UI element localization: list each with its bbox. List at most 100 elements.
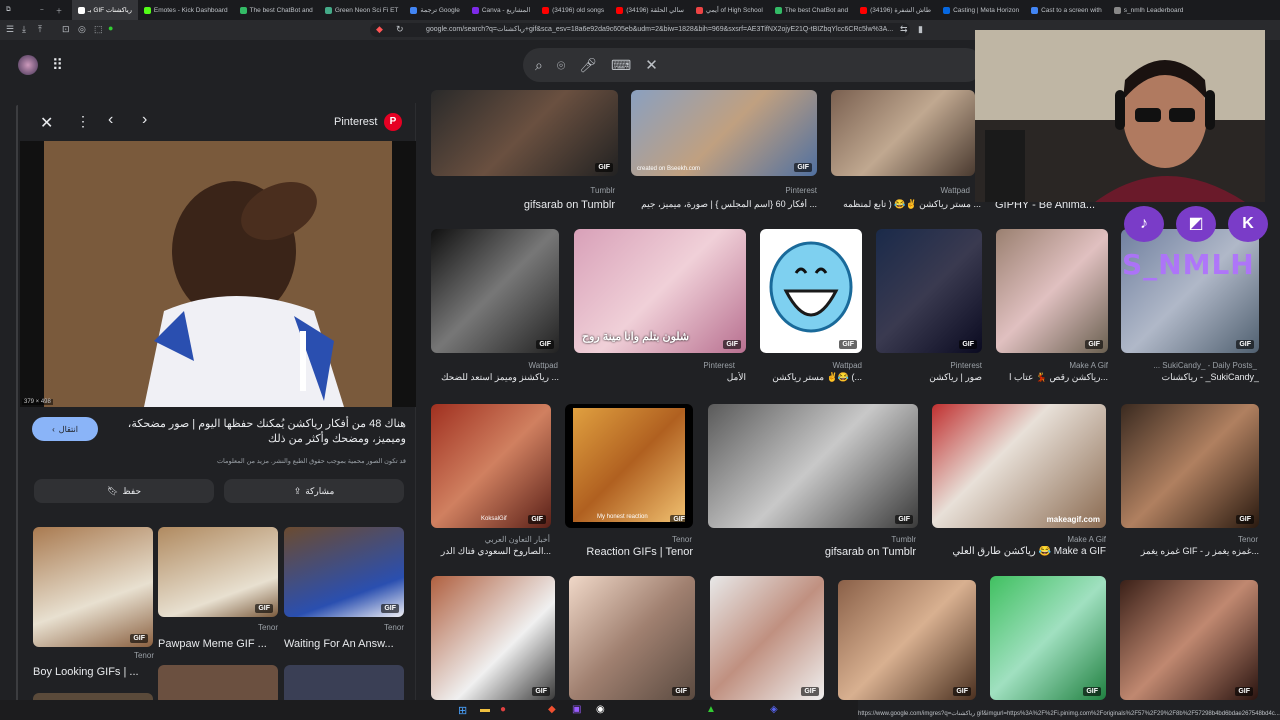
tab-active[interactable]: بـ GIF رياكشنات: [71, 0, 138, 20]
share-page-icon[interactable]: ⇆: [900, 24, 908, 35]
lens-icon[interactable]: ⌾: [557, 57, 565, 74]
result-thumb-r4-4[interactable]: GIF: [838, 580, 976, 700]
result-thumb-r2-4[interactable]: GIF: [876, 229, 982, 353]
result-thumb-r1-3[interactable]: [831, 90, 975, 176]
related-thumb-6[interactable]: [284, 665, 404, 705]
brave-shield-icon[interactable]: ◆: [376, 24, 383, 35]
keyboard-icon[interactable]: ⌨: [611, 57, 631, 74]
related-thumb-1[interactable]: GIF: [33, 527, 153, 647]
result-thumb-r1-2[interactable]: created on Bseekh.com GIF: [631, 90, 817, 176]
extensions-icon[interactable]: ⬚: [94, 24, 103, 35]
result-title[interactable]: رياكشنات - _SukiCandy_: [1121, 372, 1259, 383]
download-icon[interactable]: ⤓: [22, 24, 26, 35]
result-thumb-r3-2[interactable]: My honest reaction GIF: [565, 404, 693, 528]
result-title[interactable]: الصاروخ السعودي فتاك الدر...: [431, 546, 551, 557]
related-thumb-3[interactable]: GIF: [284, 527, 404, 617]
discord-icon[interactable]: ◈: [770, 704, 778, 715]
new-tab-icon[interactable]: ＋: [50, 5, 72, 15]
result-title[interactable]: gifsarab on Tumblr: [470, 199, 615, 211]
related-title-3[interactable]: Waiting For An Answ...: [284, 638, 404, 650]
result-title[interactable]: مستر رياكشن ✌️😂 ( تابع لمنظمه ...: [831, 199, 981, 210]
close-icon[interactable]: ✕: [40, 113, 53, 133]
tab-7[interactable]: (34196) سالي الحلقة: [610, 6, 690, 14]
gif-badge: GIF: [1236, 515, 1254, 524]
windows-start-icon[interactable]: ⊞: [458, 704, 467, 717]
share-button[interactable]: ⇪ مشاركة: [224, 479, 404, 503]
tab-3[interactable]: Green Neon Sci Fi ET: [319, 6, 405, 14]
result-thumb-r4-5[interactable]: GIF: [990, 576, 1106, 700]
tab-8[interactable]: أيمي of High School: [690, 6, 769, 14]
obs-icon[interactable]: ◉: [596, 704, 605, 715]
result-thumb-r2-3[interactable]: GIF: [760, 229, 862, 353]
related-title-2[interactable]: Pawpaw Meme GIF ...: [158, 638, 278, 650]
result-thumb-r2-1[interactable]: GIF: [431, 229, 559, 353]
tab-13[interactable]: s_nmlh Leaderboard: [1108, 6, 1190, 14]
tab-label: The best ChatBot and: [784, 6, 849, 14]
minimize-icon[interactable]: −: [34, 7, 50, 14]
account-avatar[interactable]: [18, 55, 38, 75]
tab-4[interactable]: ترجمة Google: [404, 6, 465, 14]
clear-search-icon[interactable]: ✕: [645, 56, 658, 74]
related-thumb-2[interactable]: GIF: [158, 527, 278, 617]
history-icon[interactable]: ⤒: [38, 24, 42, 35]
apps-grid-icon[interactable]: ⠿: [52, 56, 63, 74]
result-title[interactable]: gifsarab on Tumblr: [770, 546, 916, 558]
mic-icon[interactable]: 🎤︎: [579, 57, 597, 74]
result-thumb-r1-1[interactable]: GIF: [431, 90, 618, 176]
result-title[interactable]: صور | رياكشن: [876, 372, 982, 383]
tab-11[interactable]: Casting | Meta Horizon: [937, 6, 1025, 14]
result-thumb-r4-2[interactable]: GIF: [569, 576, 695, 700]
related-title-1[interactable]: Boy Looking GIFs | ...: [33, 666, 153, 678]
result-thumb-r4-3[interactable]: GIF: [710, 576, 824, 700]
related-thumb-5[interactable]: [158, 665, 278, 705]
preview-image-frame[interactable]: 379 × 498: [20, 141, 416, 407]
result-title[interactable]: أفكار 60 {اسم المجلس } | صورة، ميميز، جي…: [631, 199, 817, 210]
result-source: Wattpad: [528, 361, 559, 370]
save-button[interactable]: 🔖︎ حفظ: [34, 479, 214, 503]
watermark-text: My honest reaction: [597, 514, 648, 520]
source-name[interactable]: Pinterest: [334, 116, 377, 128]
tab-9[interactable]: The best ChatBot and: [769, 6, 854, 14]
bookmark-icon[interactable]: ▮: [918, 24, 923, 35]
tab-12[interactable]: Cast to a screen with: [1025, 6, 1108, 14]
tab-2[interactable]: The best ChatBot and: [234, 6, 319, 14]
image-title[interactable]: هناك 48 من أفكار رياكشن يُمكنك حفظها الي…: [110, 417, 406, 447]
result-thumb-r3-5[interactable]: GIF: [1121, 404, 1259, 528]
camera-icon[interactable]: ◎: [78, 24, 86, 35]
file-explorer-icon[interactable]: ▬: [480, 704, 490, 715]
visit-button[interactable]: ‹ انتقال: [32, 417, 98, 441]
tab-6[interactable]: (34196) old songs: [536, 6, 610, 14]
screenshot-icon[interactable]: ⊡: [62, 24, 70, 35]
menu-icon[interactable]: ☰: [6, 24, 14, 35]
tab-1[interactable]: Emotes - Kick Dashboard: [138, 6, 234, 14]
result-thumb-r3-4[interactable]: makeagif.com: [932, 404, 1106, 528]
gif-badge: GIF: [528, 515, 546, 524]
twitch-taskbar-icon[interactable]: ▣: [572, 704, 581, 715]
result-title[interactable]: رياكشن طارق العلي 😂 Make a GIF: [932, 546, 1106, 557]
result-thumb-r4-1[interactable]: GIF: [431, 576, 555, 700]
app-icon-2[interactable]: ▲: [706, 704, 716, 715]
tab-5[interactable]: Canva - المشاريع: [466, 6, 536, 14]
pinterest-icon[interactable]: P: [384, 113, 402, 131]
url-field[interactable]: google.com/search?q=رياكشنات+gif&sca_esv…: [370, 23, 910, 37]
result-title[interactable]: Reaction GIFs | Tenor: [565, 546, 693, 558]
search-icon[interactable]: ⌕: [535, 57, 543, 74]
result-thumb-r2-2[interactable]: شلون بتلم وانا مينة روح GIF: [574, 229, 746, 353]
reload-icon[interactable]: ↻: [396, 24, 404, 35]
more-options-icon[interactable]: ⋮: [76, 113, 90, 130]
result-title[interactable]: رياكشنز وميمز استعد للضحك ...: [431, 372, 559, 383]
app-icon[interactable]: ●: [500, 704, 506, 715]
prev-arrow-icon[interactable]: ‹: [108, 111, 113, 129]
result-thumb-r3-1[interactable]: KoksalGif GIF: [431, 404, 551, 528]
result-thumb-r4-6[interactable]: GIF: [1120, 580, 1258, 700]
next-arrow-icon[interactable]: ›: [142, 111, 147, 129]
result-thumb-r2-5[interactable]: GIF: [996, 229, 1108, 353]
result-title[interactable]: مستر رياكشن ✌️😂 (...: [760, 372, 862, 383]
tab-menu-icon[interactable]: ⧉: [0, 6, 34, 14]
result-title[interactable]: غمزه يغمز GIF - غمزه يغمز ر...: [1121, 546, 1259, 557]
brave-icon[interactable]: ◆: [548, 704, 556, 715]
result-thumb-r3-3[interactable]: GIF: [708, 404, 918, 528]
tab-10[interactable]: (34196) طاش الشفرة: [854, 6, 937, 14]
result-title[interactable]: الأمل: [660, 372, 746, 383]
result-title[interactable]: رياكشن رقص 💃 عتاب ا...: [996, 372, 1108, 383]
